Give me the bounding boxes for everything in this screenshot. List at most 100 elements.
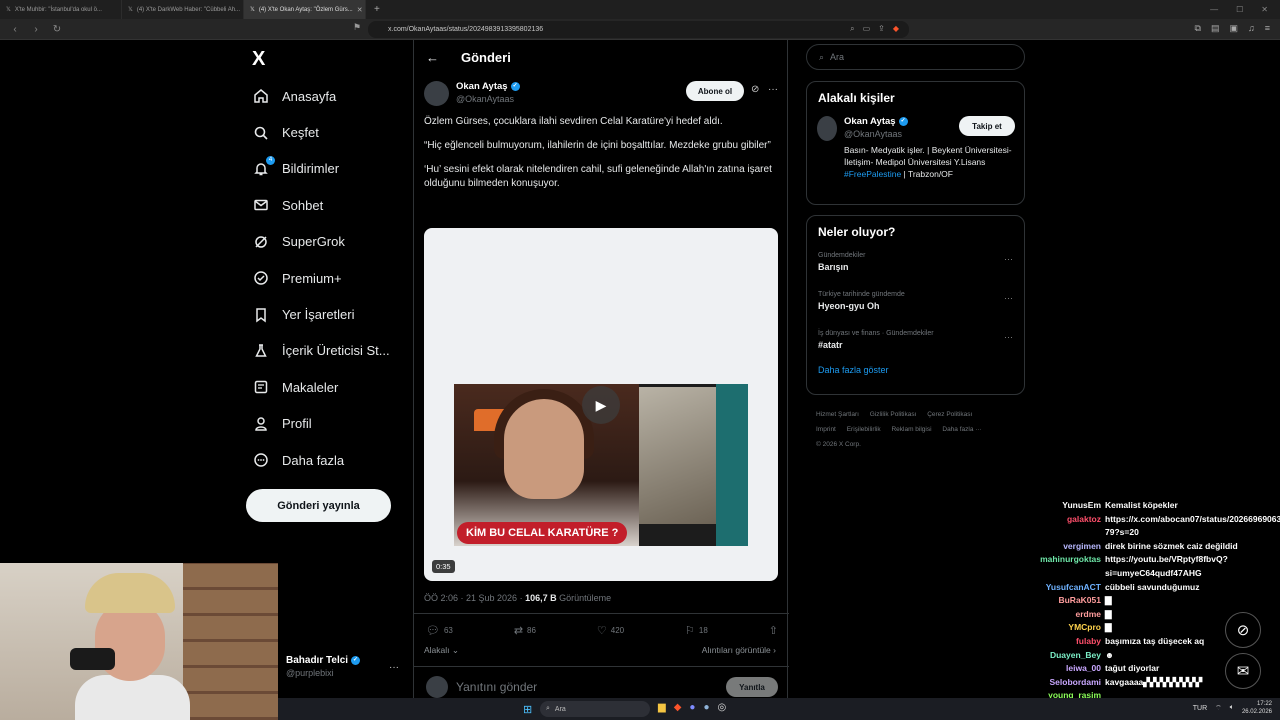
bookmark-page-icon[interactable]: ⚑ [353,22,361,33]
footer-link[interactable]: Reklam bilgisi [891,426,931,433]
windows-start-icon[interactable]: ⊞ [523,703,532,716]
more-dots-icon[interactable]: ··· [1004,254,1013,264]
footer-link[interactable]: Imprint [816,426,836,433]
reload-icon[interactable]: ↻ [51,24,63,35]
menu-icon[interactable]: ≡ [1265,23,1270,34]
back-arrow-icon[interactable]: ‹ [9,24,21,35]
messages-float-icon[interactable]: ✉ [1225,653,1261,689]
back-arrow-icon[interactable]: ← [426,50,439,65]
volume-icon[interactable]: 🔈︎ [1230,704,1234,712]
trend-item[interactable]: Türkiye tarihinde gündemde Hyeon-gyu Oh … [807,283,1024,322]
sidebar-item-explore[interactable]: Keşfet [252,114,390,150]
discord-icon[interactable]: ● [689,702,695,713]
sidebar-item-notifications[interactable]: 4 Bildirimler [252,151,390,187]
sidebar-item-messages[interactable]: Sohbet [252,187,390,223]
new-tab-icon[interactable]: + [366,4,388,15]
grok-float-icon[interactable]: ⊘ [1225,612,1261,648]
chat-username[interactable]: galaktoz [1018,513,1105,540]
close-tab-icon[interactable]: ✕ [357,6,363,14]
more-dots-icon[interactable]: ··· [768,84,778,95]
x-logo[interactable]: X [252,48,265,71]
extensions-icon[interactable]: ⧉ [1195,23,1201,34]
forward-arrow-icon[interactable]: › [30,24,42,35]
sidebar-item-premium[interactable]: Premium+ [252,260,390,296]
language-indicator[interactable]: TUR [1193,705,1207,712]
related-person[interactable]: Okan Aytaş ✓ @OkanAytaas Basın- Medyatik … [807,105,1024,180]
taskbar-search[interactable]: ⌕ Ara [540,701,650,717]
bookmark-button[interactable]: ⚐ 18 [685,624,708,637]
repost-button[interactable]: ⇄ 86 [514,624,536,637]
chat-username[interactable]: vergimen [1018,540,1105,554]
browser-tab[interactable]: 𝕏 X'te Muhbir: "İstanbul'da okul ö... [0,0,122,19]
maximize-icon[interactable]: ☐ [1236,5,1243,14]
more-dots-icon[interactable]: ··· [389,662,399,673]
sidebar-toggle-icon[interactable]: ▤ [1211,23,1220,34]
follow-button[interactable]: Takip et [959,116,1015,136]
like-button[interactable]: ♡ 420 [597,624,624,637]
sidebar-item-articles[interactable]: Makaleler [252,369,390,405]
folder-icon[interactable]: ▆ [658,702,666,713]
grok-icon[interactable]: ⊘ [751,84,759,95]
person-bio: Basın- Medyatik işler. | Beykent Ünivers… [844,144,1014,180]
view-quotes-link[interactable]: Alıntıları görüntüle › [702,645,776,656]
chat-username[interactable]: leiwa_00 [1018,662,1105,676]
reply-submit-button[interactable]: Yanıtla [726,677,778,697]
chat-username[interactable]: fulaby [1018,635,1105,649]
minimize-icon[interactable]: — [1210,5,1218,14]
avatar[interactable] [817,116,837,141]
trend-item[interactable]: Gündemdekiler Barışın ··· [807,244,1024,283]
share-icon[interactable]: ⇪ [878,24,885,34]
clock[interactable]: 17:22 26.02.2026 [1242,700,1272,716]
chat-username[interactable]: YMCpro [1018,621,1105,635]
chat-username[interactable]: Selobordami [1018,676,1105,690]
play-icon[interactable]: ▶ [582,386,620,424]
more-dots-icon[interactable]: ··· [1004,293,1013,303]
brave-shield-icon[interactable]: ◆ [893,24,899,34]
more-dots-icon[interactable]: ··· [1004,332,1013,342]
browser-tab[interactable]: 𝕏 (4) X'te DarkWeb Haber: "Cübbeli Ah... [122,0,244,19]
brave-icon[interactable]: ◆ [674,702,682,713]
footer-link[interactable]: Hizmet Şartları [816,411,859,418]
sidebar-item-supergrok[interactable]: SuperGrok [252,224,390,260]
chat-username[interactable]: mahinurgoktas [1018,553,1105,580]
sidebar-item-more[interactable]: Daha fazla [252,442,390,478]
post-button[interactable]: Gönderi yayınla [246,489,391,522]
share-button[interactable]: ⇧ [769,624,778,637]
footer-link[interactable]: Daha fazla ··· [942,426,981,433]
sidebar-item-bookmarks[interactable]: Yer İşaretleri [252,296,390,332]
reply-button[interactable]: 💬︎ 63 [426,624,453,637]
close-window-icon[interactable]: ✕ [1261,5,1268,14]
music-icon[interactable]: ♫ [1248,23,1255,34]
sidebar-item-profile[interactable]: Profil [252,406,390,442]
show-more-link[interactable]: Daha fazla göster [807,361,1024,379]
steam-icon[interactable]: ● [703,702,709,713]
wifi-icon[interactable]: ⌔ [1215,704,1222,713]
trend-item[interactable]: İş dünyası ve finans · Gündemdekiler #at… [807,322,1024,361]
chat-username[interactable]: erdme [1018,608,1105,622]
sidebar-item-home[interactable]: Anasayfa [252,78,390,114]
zoom-icon[interactable]: ⌕ [850,24,854,34]
sort-dropdown[interactable]: Alakalı ⌄ [424,645,459,656]
obs-icon[interactable]: ◎ [718,702,727,713]
screen-icon[interactable]: ▭ [863,24,871,34]
tweet-timestamp[interactable]: ÖÖ 2:06 · 21 Şub 2026 · [424,593,525,603]
browser-tab-active[interactable]: 𝕏 (4) X'te Okan Aytaş: "Özlem Gürs... ✕ [244,0,366,19]
hashtag-link[interactable]: #FreePalestine [844,169,901,179]
wallet-icon[interactable]: ▣ [1229,23,1238,34]
chat-username[interactable]: BuRaK051 [1018,594,1105,608]
chat-username[interactable]: YusufcanACT [1018,581,1105,595]
subscribe-button[interactable]: Abone ol [686,81,744,101]
chat-username[interactable]: Duayen_Bey [1018,649,1105,663]
account-switcher[interactable]: Bahadır Telci ✓ @purplebixi [286,655,361,678]
url-field[interactable]: x.com/OkanAytaas/status/2024983913395802… [368,21,909,38]
avatar[interactable] [424,81,449,106]
video-player[interactable]: KİM BU CELAL KARATÜRE ? ▶ 0:35 [424,228,778,581]
reply-input[interactable]: Yanıtını gönder [456,680,537,694]
footer-link[interactable]: Gizlilik Politikası [870,411,917,418]
search-input[interactable]: ⌕ Ara [806,44,1025,70]
footer-link[interactable]: Erişilebilirlik [847,426,881,433]
sidebar-item-creator-studio[interactable]: İçerik Üreticisi St... [252,333,390,369]
footer-link[interactable]: Çerez Politikası [927,411,972,418]
chat-username[interactable]: YunusEm [1018,499,1105,513]
tweet-author[interactable]: Okan Aytaş ✓ @OkanAytaas [424,81,520,106]
